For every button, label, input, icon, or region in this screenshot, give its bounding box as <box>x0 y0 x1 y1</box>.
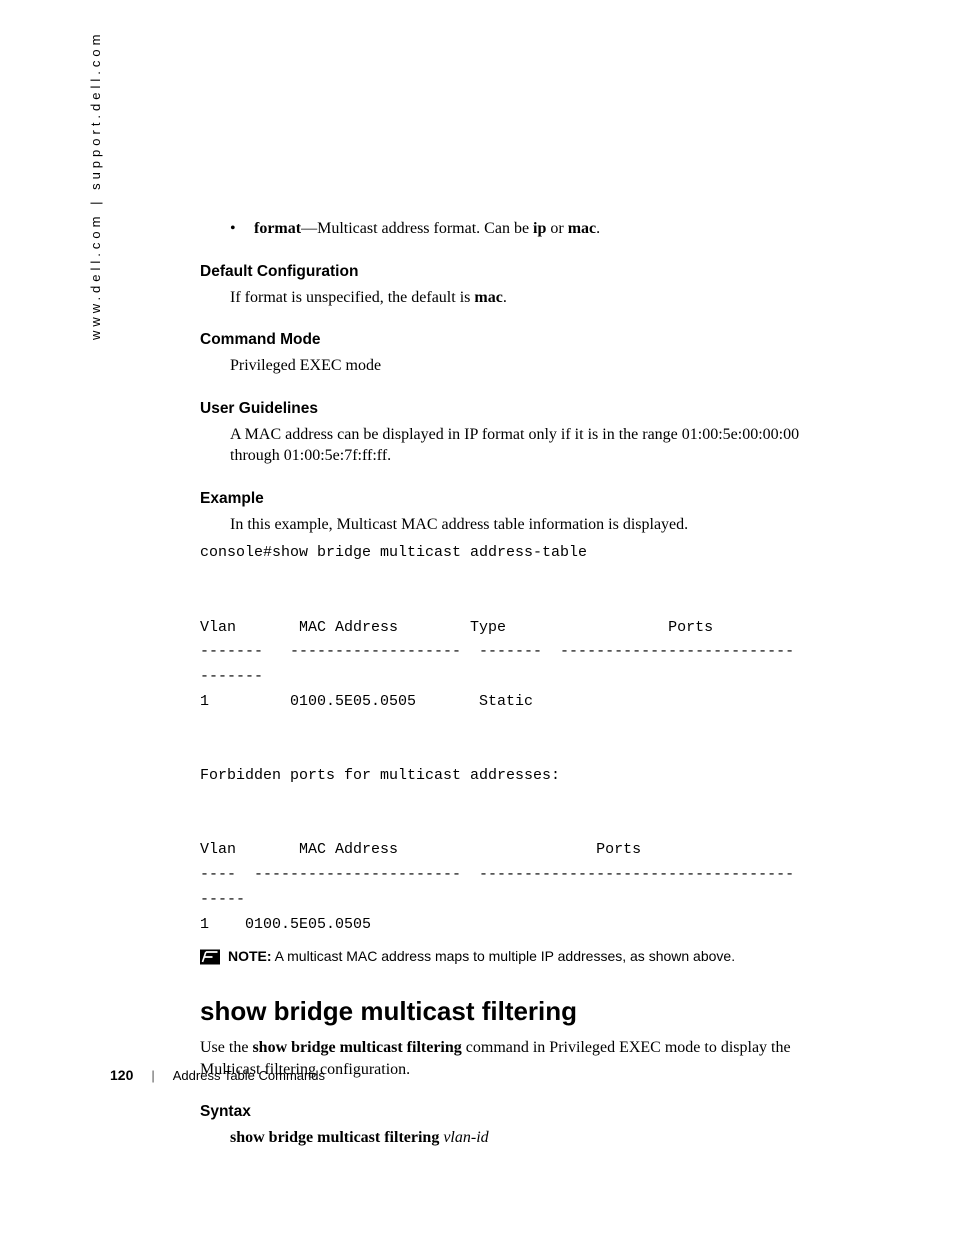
bullet-opt2: mac <box>568 220 596 237</box>
syntax-bold: show bridge multicast filtering <box>230 1129 439 1146</box>
bullet-term: format <box>254 220 301 237</box>
syntax-body: show bridge multicast filtering vlan-id <box>230 1127 840 1149</box>
bullet-sep: — <box>301 220 317 237</box>
cmd-pre: Use the <box>200 1039 252 1056</box>
heading-example: Example <box>200 489 840 510</box>
footer-separator: | <box>151 1068 154 1083</box>
note-label: NOTE: <box>228 948 272 964</box>
bullet-format: format—Multicast address format. Can be … <box>200 218 840 240</box>
bullet-opt1: ip <box>533 220 546 237</box>
footer-section-title: Address Table Commands <box>173 1068 325 1083</box>
heading-default-configuration: Default Configuration <box>200 262 840 283</box>
user-guidelines-body: A MAC address can be displayed in IP for… <box>230 424 840 467</box>
note-body: A multicast MAC address maps to multiple… <box>272 948 736 964</box>
cmd-bold: show bridge multicast filtering <box>252 1039 461 1056</box>
heading-command-title: show bridge multicast filtering <box>200 994 840 1029</box>
page-content: format—Multicast address format. Can be … <box>200 216 840 1149</box>
note-row: NOTE: A multicast MAC address maps to mu… <box>200 947 840 966</box>
note-icon <box>200 949 220 965</box>
side-url-text: www.dell.com | support.dell.com <box>88 31 103 340</box>
bullet-tail: . <box>596 220 600 237</box>
bullet-mid: or <box>546 220 567 237</box>
command-mode-body: Privileged EXEC mode <box>230 355 840 377</box>
default-cfg-pre: If format is unspecified, the default is <box>230 289 474 306</box>
example-body: In this example, Multicast MAC address t… <box>230 514 840 536</box>
page-footer: 120 | Address Table Commands <box>110 1067 325 1083</box>
heading-user-guidelines: User Guidelines <box>200 399 840 420</box>
default-cfg-post: . <box>503 289 507 306</box>
default-cfg-bold: mac <box>474 289 502 306</box>
footer-page-number: 120 <box>110 1067 133 1083</box>
heading-syntax: Syntax <box>200 1102 840 1123</box>
syntax-ital: vlan-id <box>443 1129 488 1146</box>
console-output: console#show bridge multicast address-ta… <box>200 541 840 937</box>
bullet-desc1: Multicast address format. Can be <box>317 220 533 237</box>
note-text: NOTE: A multicast MAC address maps to mu… <box>228 947 735 966</box>
default-configuration-body: If format is unspecified, the default is… <box>230 287 840 309</box>
heading-command-mode: Command Mode <box>200 330 840 351</box>
